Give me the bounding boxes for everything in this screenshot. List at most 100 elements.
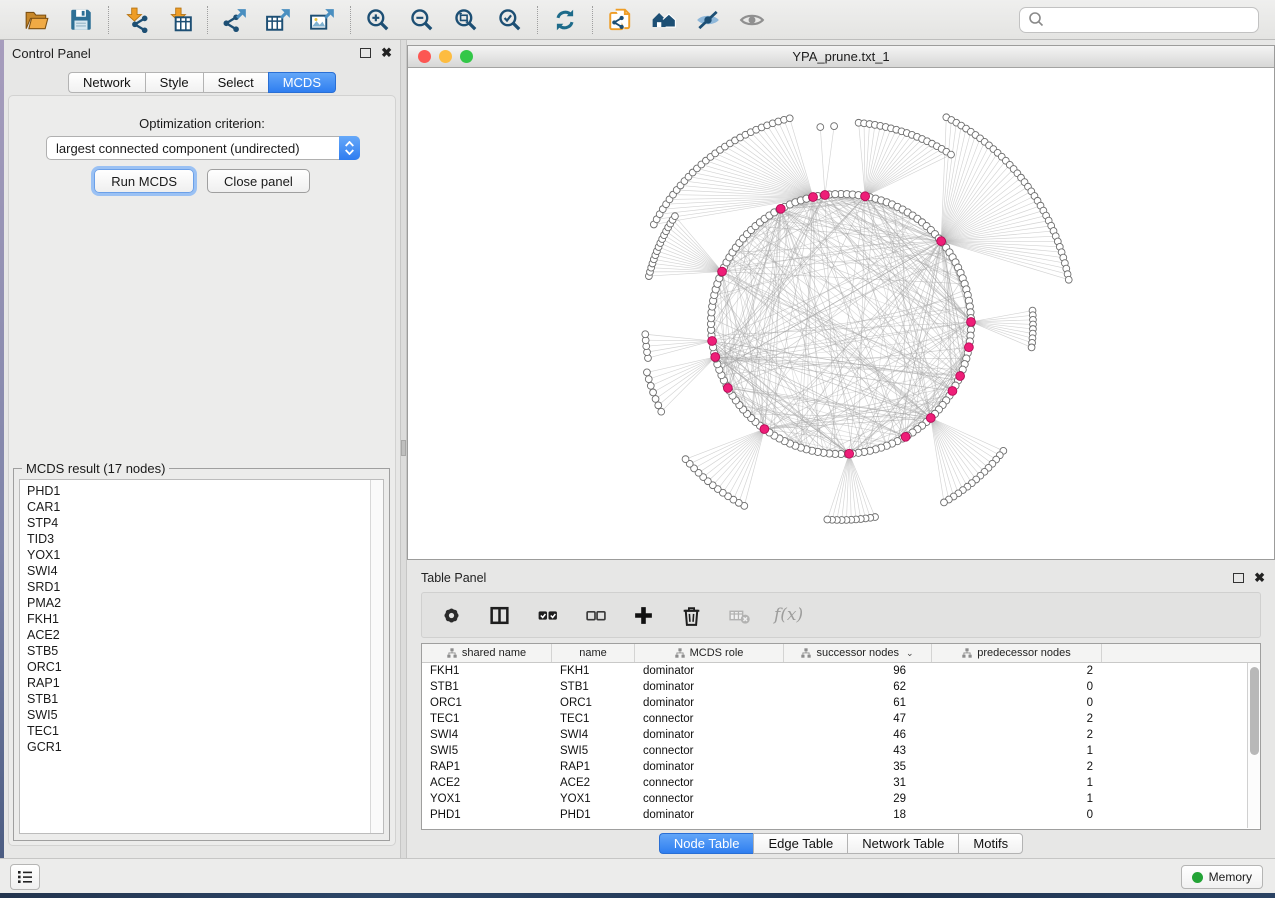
table-cell[interactable]: 29 — [784, 793, 932, 805]
mcds-result-item[interactable]: SWI5 — [27, 707, 370, 723]
mcds-hub-node[interactable] — [937, 237, 946, 246]
mcds-hub-node[interactable] — [967, 318, 976, 327]
tab-edge-table[interactable]: Edge Table — [753, 833, 847, 854]
table-cell[interactable]: 31 — [784, 777, 932, 789]
mcds-hub-node[interactable] — [821, 191, 830, 200]
memory-button[interactable]: Memory — [1181, 865, 1263, 889]
mcds-result-item[interactable]: ORC1 — [27, 659, 370, 675]
float-panel-icon[interactable] — [360, 48, 371, 58]
table-cell[interactable]: YOX1 — [552, 793, 635, 805]
export-network-button[interactable] — [220, 5, 250, 35]
zoom-out-button[interactable] — [407, 5, 437, 35]
zoom-selected-button[interactable] — [495, 5, 525, 35]
network-node[interactable] — [817, 124, 824, 131]
mcds-hub-node[interactable] — [723, 384, 732, 393]
network-node[interactable] — [652, 396, 659, 403]
table-cell[interactable]: SWI5 — [422, 745, 552, 757]
network-node[interactable] — [658, 408, 665, 415]
table-cell[interactable]: RAP1 — [552, 761, 635, 773]
network-node[interactable] — [948, 151, 955, 158]
table-row[interactable]: SWI5SWI5connector431 — [422, 743, 1260, 759]
table-cell[interactable]: SWI5 — [552, 745, 635, 757]
mcds-result-item[interactable]: GCR1 — [27, 739, 370, 755]
delete-column-button[interactable] — [678, 602, 704, 628]
mcds-hub-node[interactable] — [965, 343, 974, 352]
minimize-window-icon[interactable] — [439, 50, 452, 63]
table-scrollbar[interactable] — [1247, 663, 1260, 828]
mcds-result-item[interactable]: TEC1 — [27, 723, 370, 739]
show-column-button[interactable] — [486, 602, 512, 628]
create-column-button[interactable] — [630, 602, 656, 628]
show-panel-list-button[interactable] — [10, 864, 40, 890]
mcds-hub-node[interactable] — [901, 432, 910, 441]
table-cell[interactable]: SWI4 — [422, 729, 552, 741]
table-cell[interactable]: RAP1 — [422, 761, 552, 773]
hide-details-button[interactable] — [693, 5, 723, 35]
table-cell[interactable]: 47 — [784, 713, 932, 725]
table-cell[interactable]: 1 — [932, 777, 1102, 789]
mcds-result-item[interactable]: FKH1 — [27, 611, 370, 627]
table-cell[interactable]: connector — [635, 793, 784, 805]
network-node[interactable] — [650, 389, 657, 396]
first-neighbors-button[interactable] — [649, 5, 679, 35]
tab-motifs[interactable]: Motifs — [958, 833, 1023, 854]
import-table-button[interactable] — [165, 5, 195, 35]
table-cell[interactable]: 0 — [932, 809, 1102, 821]
tab-network-table[interactable]: Network Table — [847, 833, 958, 854]
close-panel-icon[interactable]: ✖ — [381, 48, 392, 58]
panel-splitter[interactable] — [400, 40, 407, 858]
table-cell[interactable]: 2 — [932, 713, 1102, 725]
column-header-successor-nodes[interactable]: successor nodes⌄ — [784, 644, 932, 662]
attribute-gear-button[interactable] — [438, 602, 464, 628]
network-node[interactable] — [824, 516, 831, 523]
network-node[interactable] — [941, 499, 948, 506]
table-cell[interactable]: connector — [635, 777, 784, 789]
table-row[interactable]: TEC1TEC1connector472 — [422, 711, 1260, 727]
table-cell[interactable]: 46 — [784, 729, 932, 741]
tab-style[interactable]: Style — [145, 72, 203, 93]
table-row[interactable]: PHD1PHD1dominator180 — [422, 807, 1260, 823]
table-cell[interactable]: FKH1 — [552, 665, 635, 677]
table-row[interactable]: FKH1FKH1dominator962 — [422, 663, 1260, 679]
table-cell[interactable]: dominator — [635, 729, 784, 741]
close-table-panel-icon[interactable]: ✖ — [1254, 573, 1265, 583]
mcds-result-item[interactable]: SWI4 — [27, 563, 370, 579]
network-node[interactable] — [642, 331, 649, 338]
search-box[interactable] — [1019, 7, 1259, 33]
export-table-button[interactable] — [264, 5, 294, 35]
maximize-window-icon[interactable] — [460, 50, 473, 63]
import-network-button[interactable] — [121, 5, 151, 35]
table-cell[interactable]: 62 — [784, 681, 932, 693]
splitter-handle-icon[interactable] — [401, 440, 406, 456]
table-cell[interactable]: FKH1 — [422, 665, 552, 677]
mcds-hub-node[interactable] — [776, 204, 785, 213]
run-mcds-button[interactable]: Run MCDS — [94, 169, 194, 193]
mcds-result-item[interactable]: ACE2 — [27, 627, 370, 643]
table-row[interactable]: RAP1RAP1dominator352 — [422, 759, 1260, 775]
mcds-result-item[interactable]: STB1 — [27, 691, 370, 707]
tab-select[interactable]: Select — [203, 72, 268, 93]
table-cell[interactable]: dominator — [635, 697, 784, 709]
close-window-icon[interactable] — [418, 50, 431, 63]
table-cell[interactable]: STB1 — [422, 681, 552, 693]
deselect-all-button[interactable] — [582, 602, 608, 628]
mcds-result-item[interactable]: SRD1 — [27, 579, 370, 595]
network-node[interactable] — [786, 115, 793, 122]
save-session-button[interactable] — [66, 5, 96, 35]
tab-network[interactable]: Network — [68, 72, 145, 93]
table-cell[interactable]: dominator — [635, 681, 784, 693]
network-node[interactable] — [1065, 276, 1072, 283]
open-file-button[interactable] — [22, 5, 52, 35]
network-canvas[interactable] — [408, 68, 1274, 559]
table-cell[interactable]: ORC1 — [422, 697, 552, 709]
table-cell[interactable]: ACE2 — [422, 777, 552, 789]
mcds-hub-node[interactable] — [711, 353, 720, 362]
network-node[interactable] — [644, 369, 651, 376]
result-list-scrollbar[interactable] — [370, 480, 383, 833]
table-cell[interactable]: STB1 — [552, 681, 635, 693]
table-cell[interactable]: 1 — [932, 793, 1102, 805]
mcds-result-item[interactable]: PHD1 — [27, 483, 370, 499]
table-cell[interactable]: SWI4 — [552, 729, 635, 741]
network-node[interactable] — [1028, 344, 1035, 351]
table-row[interactable]: SWI4SWI4dominator462 — [422, 727, 1260, 743]
